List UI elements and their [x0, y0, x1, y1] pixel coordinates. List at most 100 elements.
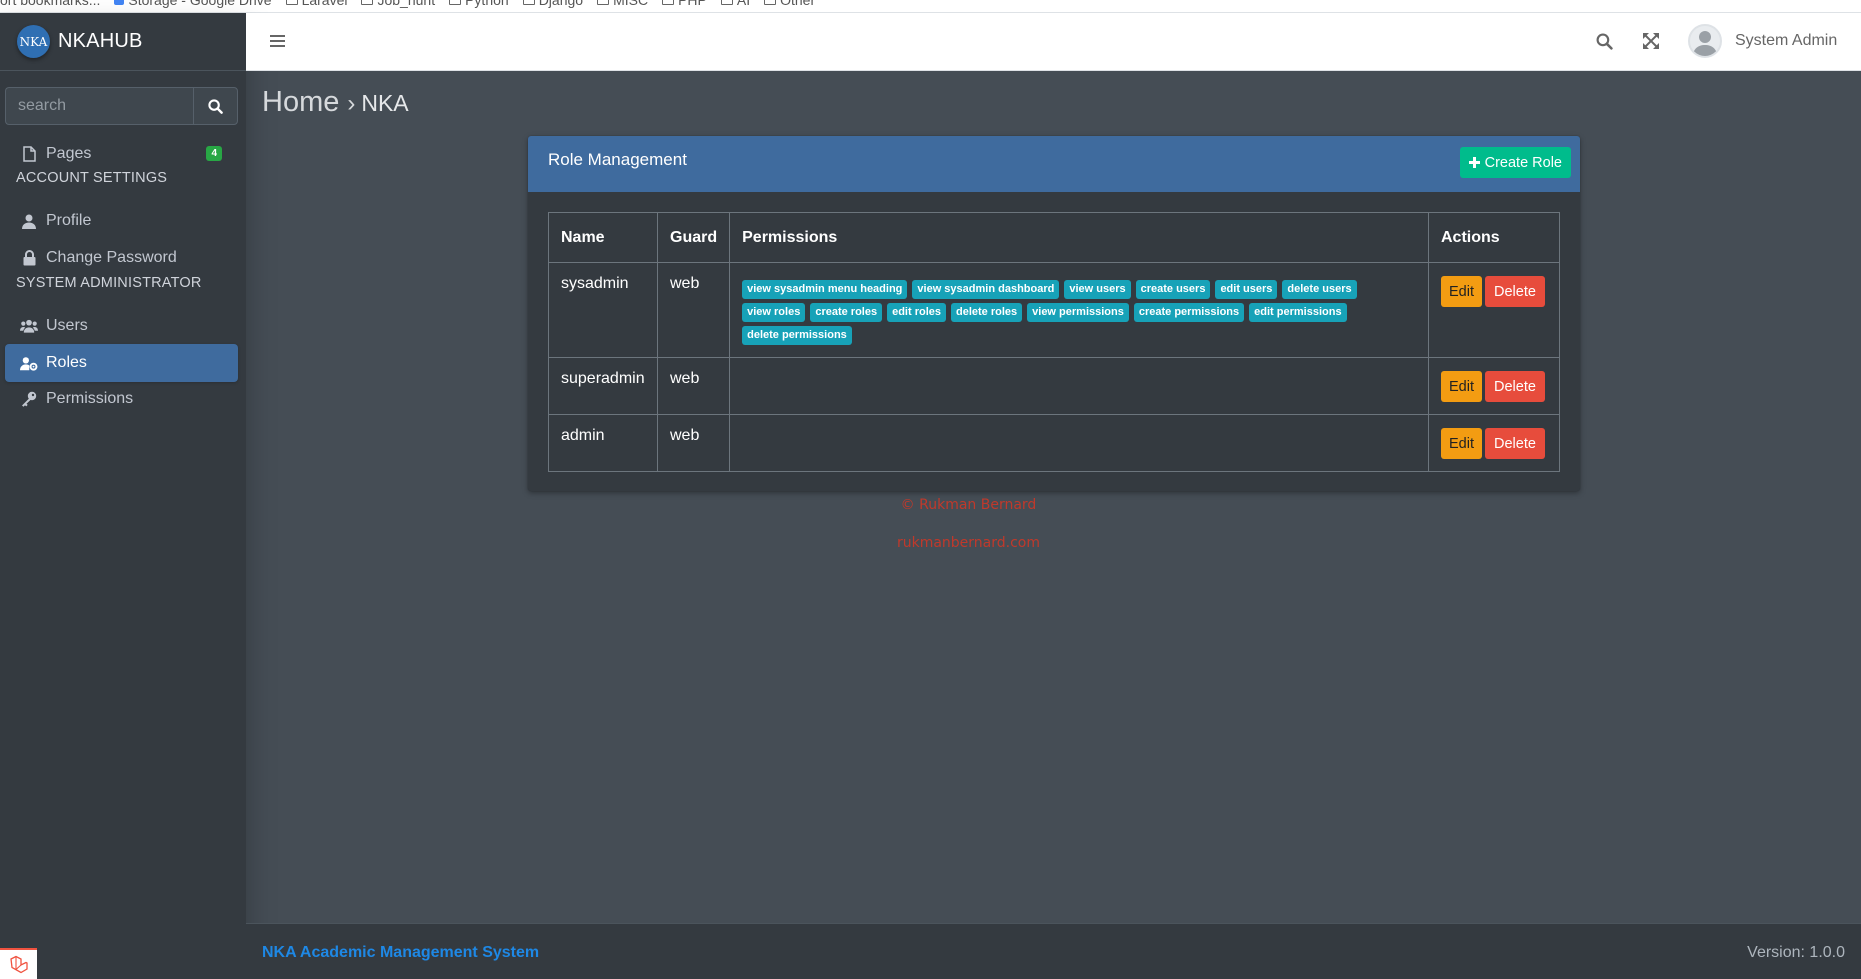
delete-role-button[interactable]: Delete: [1485, 276, 1545, 307]
bookmark-job-hunt[interactable]: Job_hunt: [361, 0, 435, 8]
debugbar-toggle[interactable]: [0, 948, 37, 979]
role-guard: web: [656, 357, 731, 415]
folder-icon: [764, 0, 777, 5]
folder-icon: [285, 0, 298, 5]
create-role-button[interactable]: Create Role: [1459, 147, 1571, 178]
roles-table: Name Guard Permissions Actions sysadmin …: [548, 212, 1560, 472]
permission-badge-list: view sysadmin menu heading view sysadmin…: [742, 275, 1402, 345]
brand-link[interactable]: NKA NKAHUB: [0, 13, 246, 71]
sidebar-item-roles[interactable]: Roles: [5, 344, 238, 382]
column-header-guard: Guard: [656, 212, 731, 263]
brand-name: NKAHUB: [58, 30, 143, 52]
sidebar-item-change-password[interactable]: Change Password: [5, 239, 238, 277]
plus-icon: [1468, 157, 1480, 168]
search-button[interactable]: [193, 87, 238, 125]
folder-icon: [662, 0, 675, 5]
card-header: Role Management Create Role: [528, 136, 1580, 192]
sidebar-item-label: Pages: [46, 145, 92, 162]
navbar-search-button[interactable]: [1596, 33, 1613, 55]
role-permissions: [729, 357, 1429, 415]
edit-role-button[interactable]: Edit: [1441, 371, 1482, 402]
search-icon: [208, 98, 223, 114]
create-role-label: Create Role: [1484, 154, 1562, 171]
sidebar-search: [5, 87, 238, 125]
google-drive-icon: [114, 0, 125, 5]
permission-badge: view roles: [742, 303, 806, 322]
bookmark-php[interactable]: PHP: [662, 0, 707, 8]
permission-badge: create roles: [810, 303, 883, 322]
table-row: sysadmin web view sysadmin menu heading …: [548, 262, 1560, 358]
expand-arrows-icon: [1643, 33, 1659, 49]
laravel-logo-icon: [9, 955, 28, 973]
role-actions: Edit Delete: [1428, 357, 1560, 415]
author-site-link[interactable]: rukmanbernard.com: [0, 535, 1861, 551]
user-menu-name[interactable]: System Admin: [1735, 32, 1837, 50]
search-icon: [1596, 33, 1613, 50]
table-row: admin web Edit Delete: [548, 414, 1560, 472]
copyright-text: © Rukman Bernard: [900, 497, 1037, 513]
permission-badge: create users: [1135, 280, 1211, 299]
permission-badge: view sysadmin menu heading: [742, 280, 908, 299]
sidebar-toggle-button[interactable]: [270, 33, 285, 53]
bookmark-python[interactable]: Python: [449, 0, 509, 8]
system-administrator-header: SYSTEM ADMINISTRATOR: [16, 275, 202, 291]
folder-icon: [361, 0, 374, 5]
sidebar-item-users[interactable]: Users: [5, 307, 238, 345]
user-silhouette-icon: [1693, 31, 1717, 56]
edit-role-button[interactable]: Edit: [1441, 428, 1482, 459]
account-settings-header: ACCOUNT SETTINGS: [16, 170, 168, 186]
bookmark-django[interactable]: Django: [522, 0, 583, 8]
breadcrumb-home[interactable]: Home: [262, 86, 339, 119]
sidebar-item-label: Permissions: [46, 390, 134, 407]
role-permissions: [729, 414, 1429, 472]
user-avatar[interactable]: [1688, 24, 1722, 58]
sidebar-item-pages[interactable]: Pages 4: [5, 135, 238, 173]
folder-icon: [720, 0, 733, 5]
role-guard: web: [656, 414, 731, 472]
folder-icon: [522, 0, 535, 5]
bookmark-laravel[interactable]: Laravel: [285, 0, 347, 8]
role-name: sysadmin: [548, 262, 658, 358]
bookmark-ai[interactable]: AI: [720, 0, 750, 8]
search-input[interactable]: [5, 87, 193, 125]
bookmark-other[interactable]: Other: [764, 0, 815, 8]
permission-badge: view permissions: [1027, 303, 1129, 322]
sidebar-item-label: Roles: [46, 354, 87, 371]
sidebar-item-label: Users: [46, 317, 88, 334]
role-management-card: Role Management Create Role Name Guard P…: [528, 136, 1580, 491]
column-header-name: Name: [548, 212, 658, 263]
permission-badge: view sysadmin dashboard: [912, 280, 1060, 299]
fullscreen-button[interactable]: [1643, 33, 1659, 54]
delete-role-button[interactable]: Delete: [1485, 428, 1545, 459]
sidebar-item-permissions[interactable]: Permissions: [5, 380, 238, 418]
role-guard: web: [656, 262, 731, 358]
permission-badge: view users: [1064, 280, 1131, 299]
permission-badge: delete roles: [951, 303, 1023, 322]
bookmark-misc[interactable]: MISC: [597, 0, 648, 8]
bookmark-storage[interactable]: Storage - Google Drive: [114, 0, 272, 8]
top-navbar: System Admin: [246, 13, 1861, 71]
role-actions: Edit Delete: [1428, 262, 1560, 358]
folder-icon: [597, 0, 610, 5]
bookmarks-bar: ort bookmarks... Storage - Google Drive …: [0, 0, 1861, 13]
footer-version: Version: 1.0.0: [1747, 944, 1845, 961]
permission-badge: edit roles: [887, 303, 946, 322]
delete-role-button[interactable]: Delete: [1485, 371, 1545, 402]
sidebar-item-label: Profile: [46, 212, 92, 229]
brand-logo: NKA: [17, 25, 50, 58]
permission-badge: delete permissions: [742, 326, 852, 345]
column-header-actions: Actions: [1428, 212, 1560, 263]
pages-count-badge: 4: [206, 146, 222, 161]
footer-app-name[interactable]: NKA Academic Management System: [262, 944, 539, 962]
edit-role-button[interactable]: Edit: [1441, 276, 1482, 307]
bookmark-import[interactable]: ort bookmarks...: [0, 0, 100, 8]
role-name: superadmin: [548, 357, 658, 415]
sidebar-item-profile[interactable]: Profile: [5, 202, 238, 240]
permission-badge: delete users: [1282, 280, 1357, 299]
role-name: admin: [548, 414, 658, 472]
page-footer: NKA Academic Management System Version: …: [246, 923, 1861, 979]
breadcrumb-current: NKA: [361, 90, 409, 116]
role-permissions: view sysadmin menu heading view sysadmin…: [729, 262, 1429, 358]
hamburger-icon: [270, 35, 285, 47]
column-header-permissions: Permissions: [729, 212, 1429, 263]
